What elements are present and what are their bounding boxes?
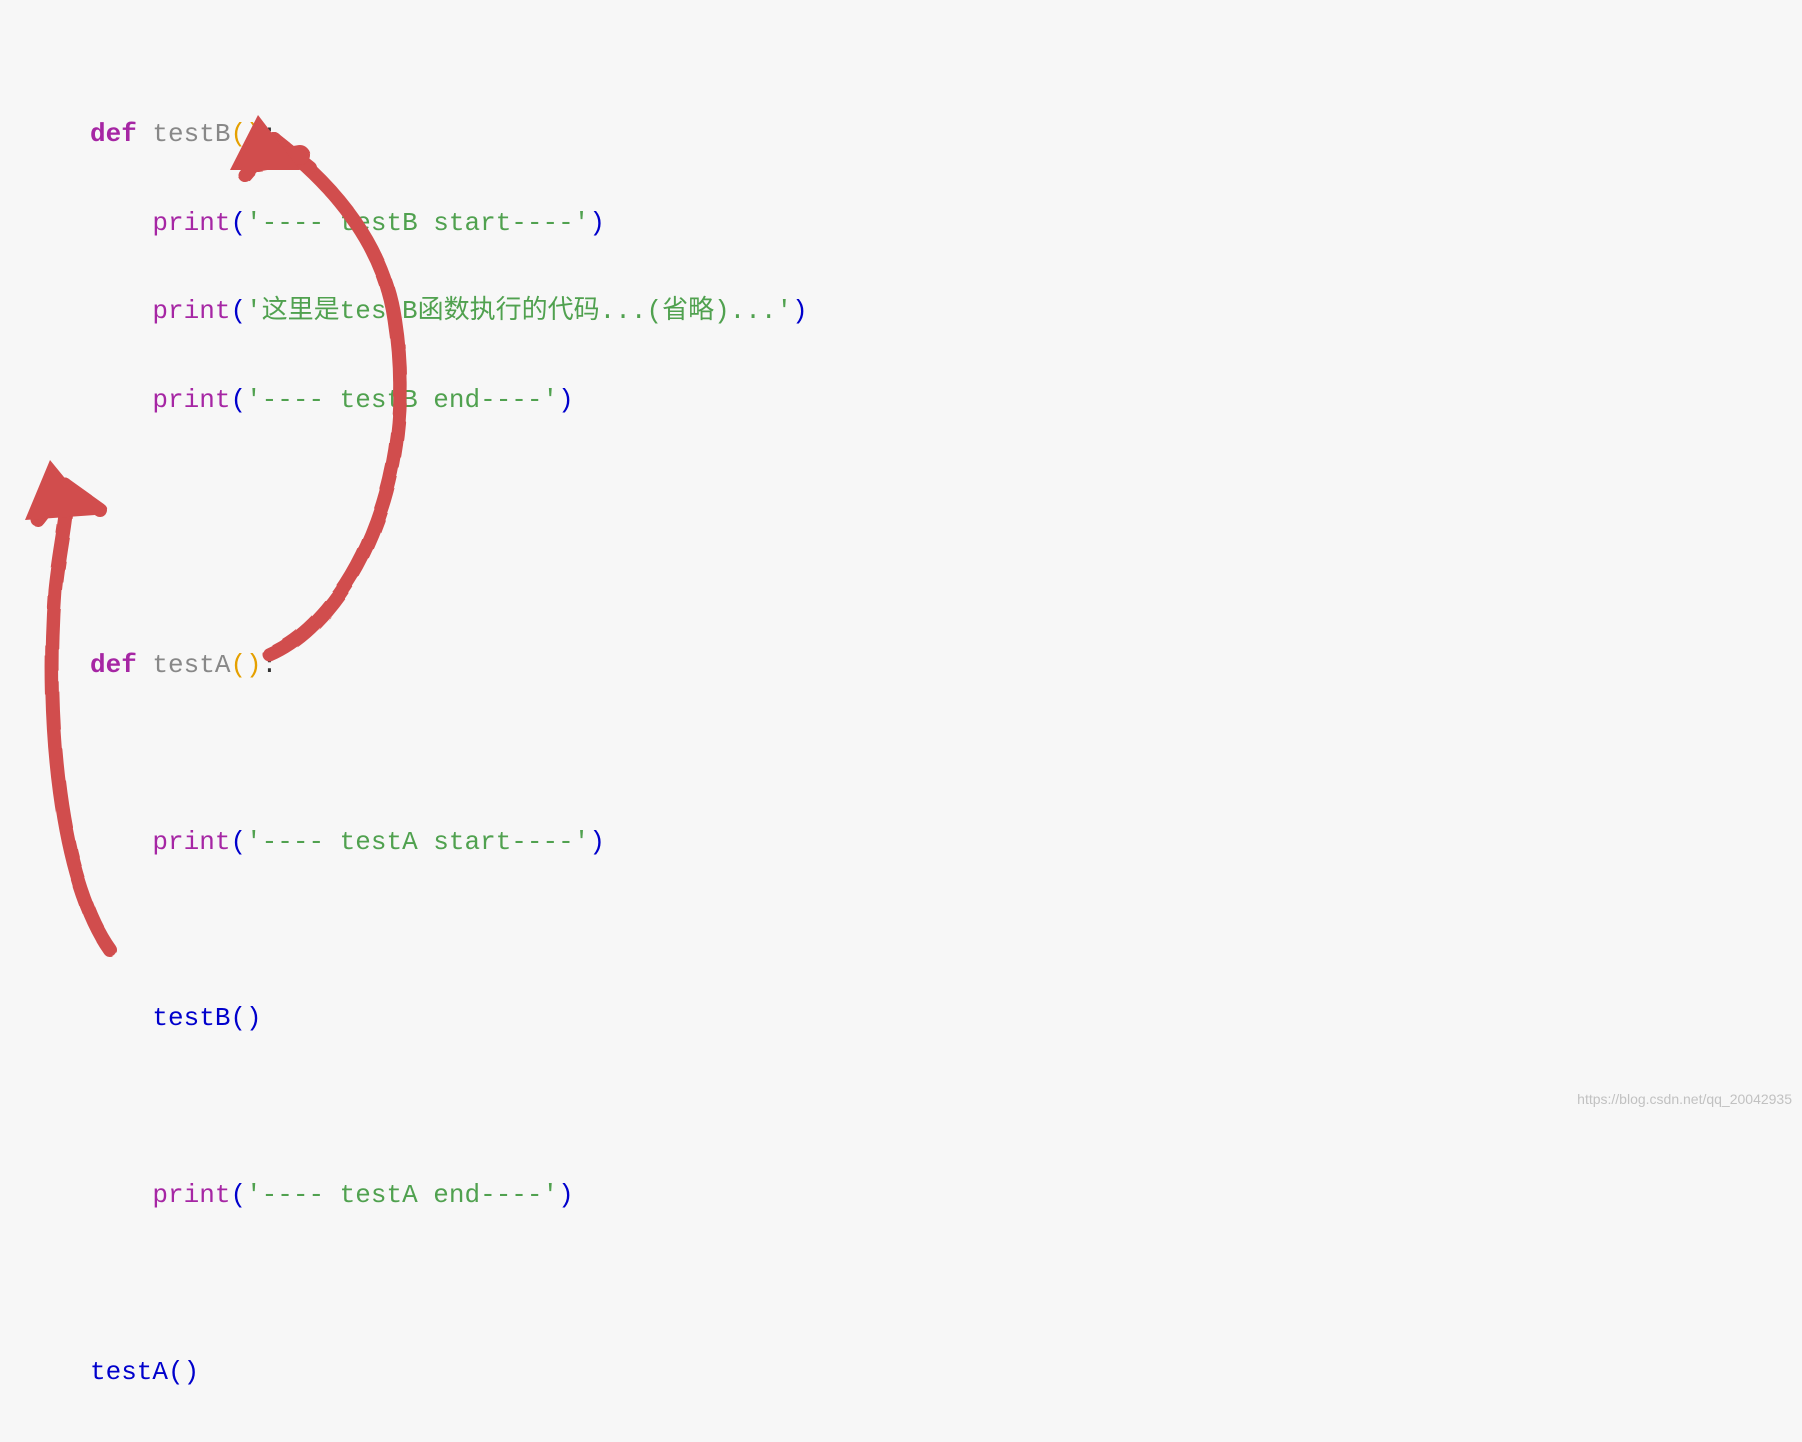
- print-kw: print: [152, 296, 230, 326]
- fn-name-testb: testB: [152, 119, 230, 149]
- code-line: print('---- testA end----'): [90, 1177, 1802, 1229]
- paren-open: (: [230, 119, 246, 149]
- call-testa: testA(): [90, 1357, 199, 1387]
- code-line: testB(): [90, 1000, 1802, 1052]
- code-line: def testA():: [90, 647, 1802, 699]
- keyword-def: def: [90, 119, 152, 149]
- code-line: print('---- testB end----'): [90, 382, 1802, 434]
- colon: :: [262, 119, 278, 149]
- print-kw: print: [152, 827, 230, 857]
- string-literal: '---- testB end----': [246, 385, 558, 415]
- paren-open: (: [230, 650, 246, 680]
- code-line: testA(): [90, 1354, 1802, 1406]
- code-line: print('---- testB start----'): [90, 205, 1802, 257]
- call-paren-close: ): [589, 208, 605, 238]
- string-literal: '这里是testB函数执行的代码...(省略)...': [246, 296, 792, 326]
- call-paren-open: (: [230, 1180, 246, 1210]
- paren-close: ): [246, 650, 262, 680]
- paren-close: ): [246, 119, 262, 149]
- call-paren-open: (: [230, 827, 246, 857]
- print-kw: print: [152, 385, 230, 415]
- print-kw: print: [152, 208, 230, 238]
- call-paren-close: ): [792, 296, 808, 326]
- watermark-text: https://blog.csdn.net/qq_20042935: [1577, 1090, 1792, 1110]
- call-paren-open: (: [230, 296, 246, 326]
- code-line: print('这里是testB函数执行的代码...(省略)...'): [90, 293, 1802, 345]
- call-testb: testB(): [152, 1003, 261, 1033]
- string-literal: '---- testA end----': [246, 1180, 558, 1210]
- call-paren-open: (: [230, 208, 246, 238]
- code-line: def testB():: [90, 116, 1802, 168]
- string-literal: '---- testB start----': [246, 208, 589, 238]
- fn-name-testa: testA: [152, 650, 230, 680]
- call-paren-close: ): [558, 385, 574, 415]
- keyword-def: def: [90, 650, 152, 680]
- string-literal: '---- testA start----': [246, 827, 589, 857]
- code-block: def testB(): print('---- testB start----…: [0, 0, 1802, 1442]
- call-paren-close: ): [558, 1180, 574, 1210]
- code-line: print('---- testA start----'): [90, 824, 1802, 876]
- print-kw: print: [152, 1180, 230, 1210]
- call-paren-open: (: [230, 385, 246, 415]
- colon: :: [262, 650, 278, 680]
- call-paren-close: ): [589, 827, 605, 857]
